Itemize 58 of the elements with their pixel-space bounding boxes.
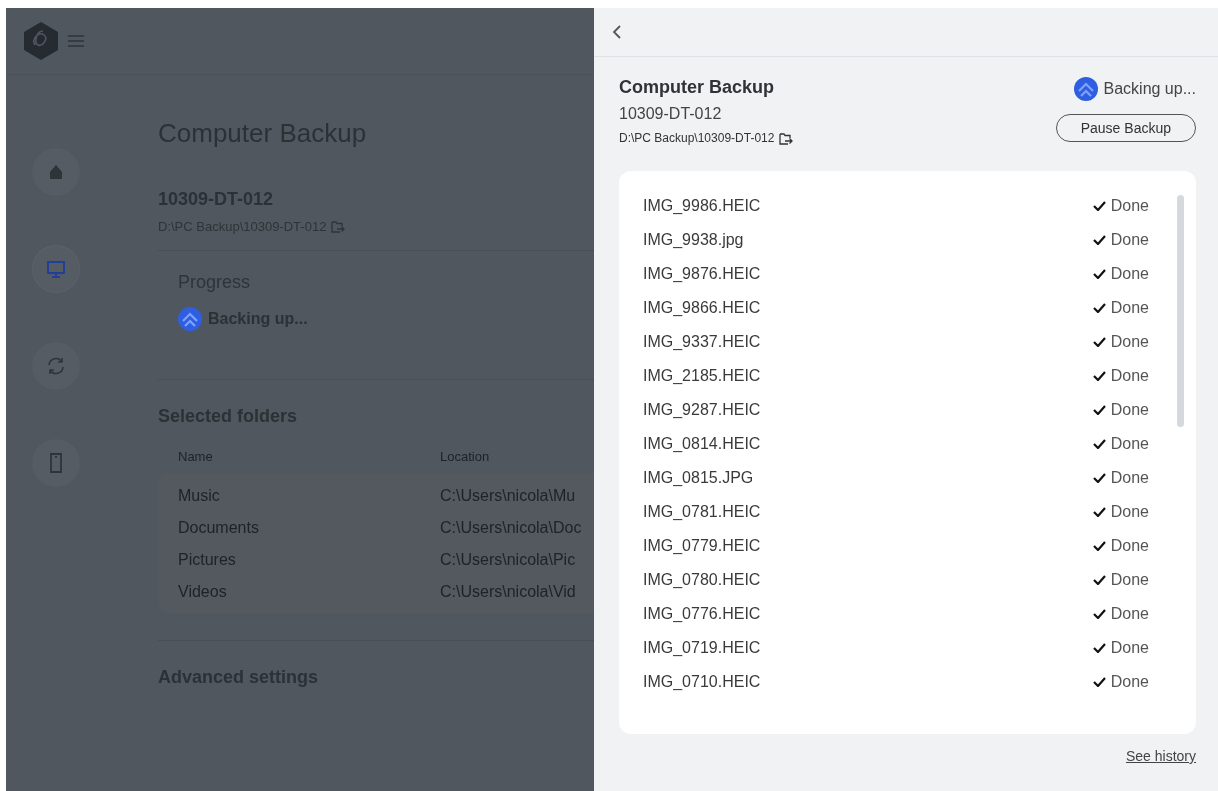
file-name: IMG_9866.HEIC xyxy=(643,299,761,317)
backup-status: Backing up... xyxy=(1103,80,1196,98)
sync-icon xyxy=(45,355,67,377)
file-name: IMG_0719.HEIC xyxy=(643,639,761,657)
file-name: IMG_9938.jpg xyxy=(643,231,744,249)
file-name: IMG_0814.HEIC xyxy=(643,435,761,453)
file-name: IMG_9337.HEIC xyxy=(643,333,761,351)
backup-path: D:\PC Backup\10309-DT-012 xyxy=(619,131,775,145)
column-header: Location xyxy=(440,449,490,464)
file-status: Done xyxy=(1110,333,1149,351)
see-history-link[interactable]: See history xyxy=(1125,748,1196,764)
file-status: Done xyxy=(1110,367,1149,385)
file-status: Done xyxy=(1110,469,1149,487)
file-name: IMG_0781.HEIC xyxy=(643,503,761,521)
scrollbar[interactable] xyxy=(1177,195,1184,427)
nav-button[interactable] xyxy=(32,148,80,196)
file-status: Done xyxy=(1110,435,1149,453)
file-status: Done xyxy=(1110,503,1149,521)
chevron-left-icon xyxy=(612,24,622,40)
table-cell: C:\Users\nicola\Pic xyxy=(440,551,576,569)
upload-status-icon xyxy=(1073,77,1098,101)
table-cell: C:\Users\nicola\Doc xyxy=(440,519,582,537)
file-name: IMG_2185.HEIC xyxy=(643,367,761,385)
logo-icon xyxy=(22,21,60,61)
file-status: Done xyxy=(1110,571,1149,589)
column-header: Name xyxy=(178,449,214,464)
menu-icon[interactable] xyxy=(68,34,84,48)
file-name: IMG_0779.HEIC xyxy=(643,537,761,555)
upload-status-icon xyxy=(178,307,202,331)
table-cell-text: Pictures xyxy=(178,551,237,569)
table-cell-text: Documents xyxy=(178,519,260,537)
nav-button[interactable] xyxy=(32,342,80,390)
file-name: IMG_0710.HEIC xyxy=(643,673,761,691)
file-name: IMG_0780.HEIC xyxy=(643,571,761,589)
device-name: 10309-DT-012 xyxy=(619,105,723,123)
table-cell-text: Music xyxy=(178,487,221,505)
table-cell: C:\Users\nicola\Mu xyxy=(440,487,576,505)
folder-open-icon[interactable] xyxy=(779,131,794,145)
computer-icon xyxy=(45,258,67,280)
file-name: IMG_9876.HEIC xyxy=(643,265,761,283)
table-cell: C:\Users\nicola\Vid xyxy=(440,583,576,601)
file-status: Done xyxy=(1110,605,1149,623)
file-status: Done xyxy=(1110,537,1149,555)
table-cell-text: Videos xyxy=(178,583,228,601)
file-status: Done xyxy=(1110,265,1149,283)
file-status: Done xyxy=(1110,401,1149,419)
file-name: IMG_9986.HEIC xyxy=(643,197,761,215)
file-status: Done xyxy=(1110,231,1149,249)
panel-title: Computer Backup xyxy=(619,77,776,98)
file-status: Done xyxy=(1110,673,1149,691)
nav-button[interactable] xyxy=(32,439,80,487)
nav-button[interactable] xyxy=(32,245,80,293)
file-name: IMG_9287.HEIC xyxy=(643,401,761,419)
file-status: Done xyxy=(1110,299,1149,317)
file-status: Done xyxy=(1110,639,1149,657)
file-name: IMG_0776.HEIC xyxy=(643,605,761,623)
file-status: Done xyxy=(1110,197,1149,215)
file-name: IMG_0815.JPG xyxy=(643,469,754,487)
